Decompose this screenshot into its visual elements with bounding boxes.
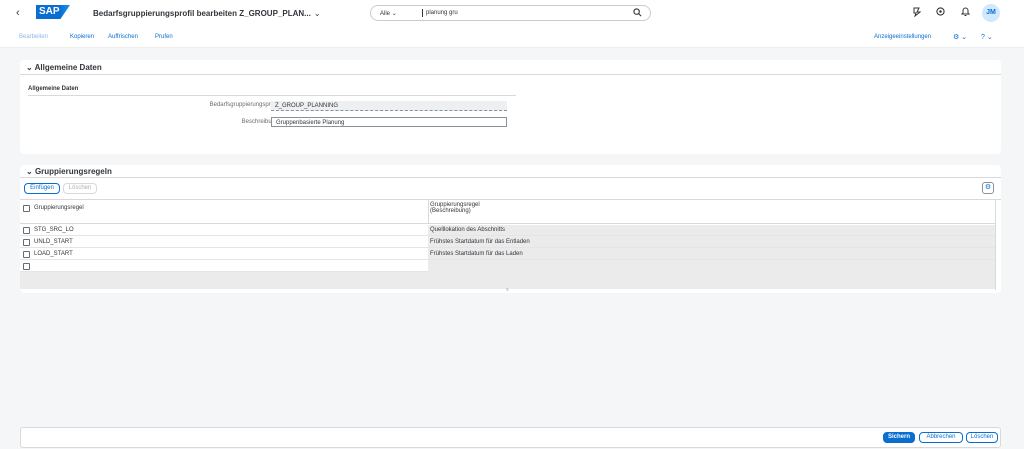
edit-button[interactable]: Bearbeiten — [19, 34, 48, 40]
settings-menu-button[interactable]: ⚙ ⌄ — [953, 33, 967, 41]
help-icon: ? — [981, 34, 985, 41]
refresh-button[interactable]: Auffrischen — [108, 34, 138, 40]
column-divider — [428, 200, 429, 224]
table-row[interactable]: STG_SRC_LO Quelllokation des Abschnitts — [20, 226, 995, 236]
table-settings-button[interactable]: ⚙ — [982, 182, 994, 194]
display-settings-button[interactable]: Anzeigeeinstellungen — [874, 34, 931, 40]
delete-button[interactable]: Löschen — [966, 432, 998, 443]
avatar[interactable]: JM — [982, 4, 1000, 22]
description-label: Beschreibung: — [241, 119, 280, 125]
footer-bar: Sichern Abbrechen Löschen — [20, 427, 1001, 448]
rule-cell: STG_SRC_LO — [34, 227, 74, 233]
section-divider — [20, 74, 1001, 75]
empty-rows-bg — [20, 272, 428, 289]
chevron-down-icon: ⌄ — [961, 34, 968, 41]
description-input[interactable]: Gruppenbasierte Planung — [271, 117, 507, 127]
chevron-down-icon: ⌄ — [26, 167, 33, 176]
profile-label: Bedarfsgruppierungsprofil: — [209, 102, 280, 108]
row-checkbox[interactable] — [23, 251, 30, 258]
check-button[interactable]: Prufen — [155, 34, 173, 40]
delete-row-button[interactable]: Löschen — [63, 183, 97, 194]
insert-button[interactable]: Einfügen — [24, 183, 60, 194]
action-toolbar: Bearbeiten Kopieren Auffrischen Prufen A… — [0, 27, 1024, 48]
rule-cell: UNLD_START — [34, 239, 73, 245]
shell-bar: ‹ SAP Bedarfsgruppierungsprofil bearbeit… — [0, 0, 1024, 27]
gear-icon: ⚙ — [984, 184, 992, 191]
cancel-button[interactable]: Abbrechen — [919, 432, 963, 443]
chevron-down-icon: ⌄ — [26, 63, 33, 72]
search-scope-select[interactable]: Alle ⌄ — [380, 10, 420, 17]
joule-assistant-icon[interactable] — [912, 7, 922, 19]
resize-handle-icon[interactable]: ≡ — [506, 287, 509, 293]
bell-icon[interactable] — [960, 7, 971, 19]
table-row[interactable]: LOAD_START Frühstes Startdatum für das L… — [20, 250, 995, 260]
help-menu-button[interactable]: ? ⌄ — [981, 33, 993, 41]
search-input[interactable]: planung gru — [426, 10, 650, 16]
general-data-section: ⌄ Allgemeine Daten Allgemeine Daten Beda… — [20, 60, 1001, 154]
section-title[interactable]: ⌄ Allgemeine Daten — [26, 63, 102, 72]
section-title[interactable]: ⌄ Gruppierungsregeln — [26, 167, 112, 176]
chevron-down-icon: ⌄ — [391, 10, 397, 17]
column-header-description[interactable]: Gruppierungsregel (Beschreibung) — [430, 202, 480, 214]
row-checkbox[interactable] — [23, 239, 30, 246]
table-header: Gruppierungsregel Gruppierungsregel (Besc… — [20, 200, 995, 224]
subheading-divider — [28, 95, 516, 96]
chevron-down-icon: ⌄ — [313, 9, 321, 18]
search-field[interactable]: Alle ⌄ planung gru — [370, 5, 651, 21]
copy-button[interactable]: Kopieren — [70, 34, 94, 40]
table-row[interactable]: UNLD_START Frühstes Startdatum für das E… — [20, 238, 995, 248]
table-row[interactable] — [20, 262, 428, 272]
description-cell: Frühstes Startdatum für das Entladen — [430, 239, 530, 245]
select-all-checkbox[interactable] — [23, 205, 30, 212]
description-cell: Frühstes Startdatum für das Laden — [430, 251, 523, 257]
sap-logo[interactable]: SAP — [36, 5, 70, 19]
back-icon[interactable]: ‹ — [16, 7, 20, 19]
section-divider — [20, 177, 1001, 178]
row-checkbox[interactable] — [23, 263, 30, 270]
search-separator — [422, 9, 423, 17]
gear-icon: ⚙ — [953, 34, 960, 41]
help-circle-icon[interactable] — [936, 7, 945, 18]
column-header-rule[interactable]: Gruppierungsregel — [34, 205, 84, 211]
app-title-text: Bedarfsgruppierungsprofil bearbeiten Z_G… — [93, 9, 311, 18]
table-scrollbar[interactable] — [995, 200, 1001, 290]
description-cell: Quelllokation des Abschnitts — [430, 227, 506, 233]
row-checkbox[interactable] — [23, 227, 30, 234]
rule-cell: LOAD_START — [34, 251, 73, 257]
profile-field: Z_GROUP_PLANNING — [271, 101, 507, 111]
search-icon[interactable] — [633, 8, 642, 19]
chevron-down-icon: ⌄ — [986, 34, 993, 41]
subheading: Allgemeine Daten — [28, 86, 79, 92]
save-button[interactable]: Sichern — [883, 432, 915, 443]
app-title[interactable]: Bedarfsgruppierungsprofil bearbeiten Z_G… — [93, 9, 321, 18]
